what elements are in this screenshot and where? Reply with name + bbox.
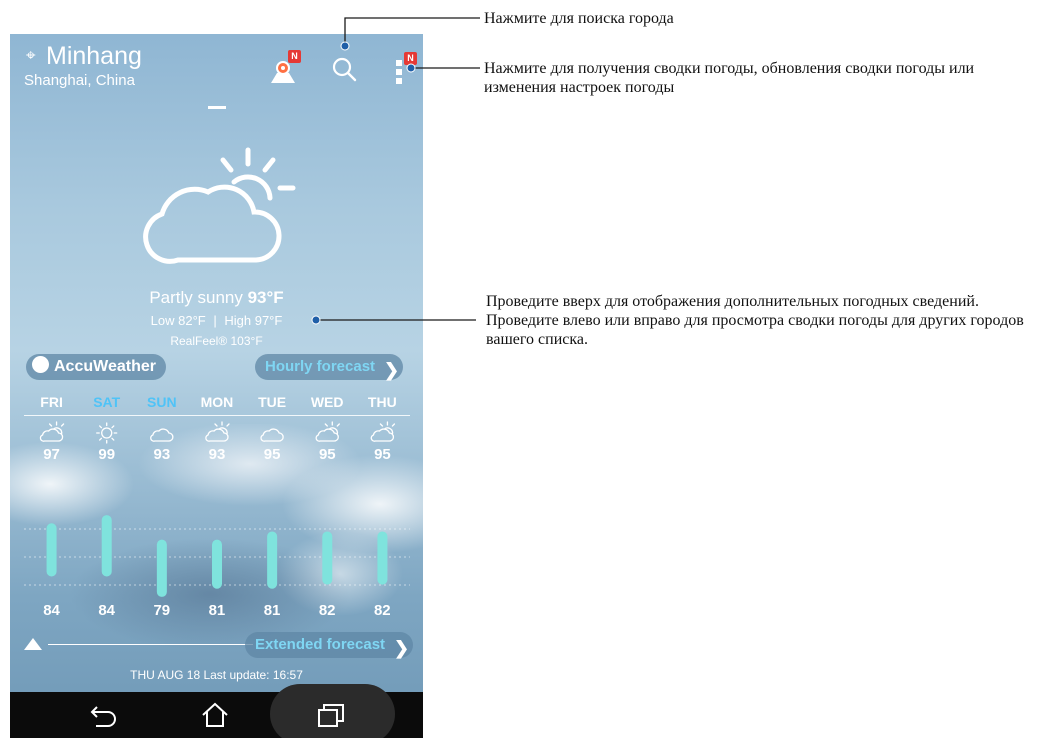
annotation-swipe-line1: Проведите вверх для отображения дополнит… <box>486 293 979 310</box>
annotation-swipe: Проведите вверх для отображения дополнит… <box>486 292 1056 349</box>
annotation-menu: Нажмите для получения сводки погоды, обн… <box>484 60 975 96</box>
annotation-swipe-line2: Проведите влево или вправо для просмотра… <box>486 312 1024 348</box>
callout-lines <box>311 17 480 325</box>
annotation-search: Нажмите для поиска города <box>484 10 674 27</box>
